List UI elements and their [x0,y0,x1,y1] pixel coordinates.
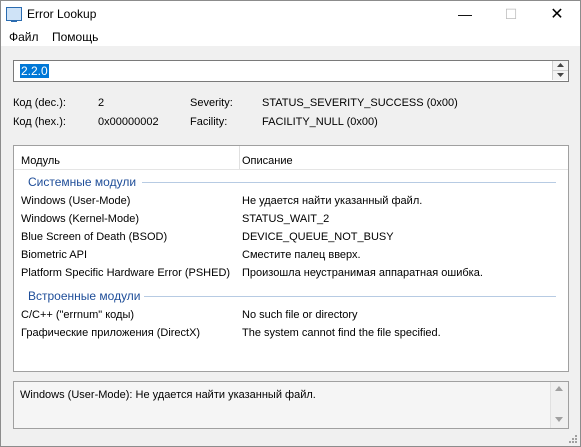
facility-label: Facility: [190,116,228,128]
column-header-module[interactable]: Модуль [21,155,60,167]
spin-down-icon [557,73,564,77]
row-description[interactable]: DEVICE_QUEUE_NOT_BUSY [242,231,394,243]
row-module[interactable]: Platform Specific Hardware Error (PSHED) [21,267,230,279]
dec-value: 2 [98,97,105,109]
spin-down-button[interactable] [552,71,568,80]
error-code-input[interactable]: 2.2.0 [13,60,569,82]
row-module[interactable]: C/C++ ("errnum" коды) [21,309,134,321]
title-bar[interactable]: Error Lookup — ☐ ✕ [1,1,580,28]
error-code-value[interactable]: 2.2.0 [20,64,49,78]
row-module[interactable]: Biometric API [21,249,87,261]
header-divider [14,169,568,170]
minimize-button[interactable]: — [442,1,488,28]
close-button[interactable]: ✕ [534,1,580,28]
scroll-down-icon[interactable] [555,417,563,422]
detail-box[interactable]: Windows (User-Mode): Не удается найти ук… [13,381,569,429]
facility-value: FACILITY_NULL (0x00) [262,116,378,128]
dec-label: Код (dec.): [13,97,66,109]
maximize-button[interactable]: ☐ [488,1,534,28]
spin-up-icon [557,63,564,67]
app-icon [6,7,22,22]
group-divider [142,182,556,183]
row-module[interactable]: Windows (User-Mode) [21,195,130,207]
group-label-builtin: Встроенные модули [28,289,141,303]
scroll-up-icon[interactable] [555,386,563,391]
hex-value: 0x00000002 [98,116,159,128]
resize-grip-icon[interactable] [567,433,577,443]
row-description[interactable]: Сместите палец вверх. [242,249,361,261]
row-description[interactable]: Произошла неустранимая аппаратная ошибка… [242,267,483,279]
results-list[interactable]: Модуль Описание Системные модули Windows… [13,145,569,372]
column-header-description[interactable]: Описание [242,155,293,167]
group-divider [144,296,556,297]
menu-file[interactable]: Файл [9,30,39,44]
group-label-system: Системные модули [28,175,137,189]
menu-help[interactable]: Помощь [52,30,98,44]
row-description[interactable]: The system cannot find the file specifie… [242,327,441,339]
spin-up-button[interactable] [552,61,568,71]
row-description[interactable]: No such file or directory [242,309,358,321]
detail-scrollbar[interactable] [550,382,568,428]
detail-text: Windows (User-Mode): Не удается найти ук… [20,389,316,401]
row-description[interactable]: Не удается найти указанный файл. [242,195,422,207]
row-module[interactable]: Blue Screen of Death (BSOD) [21,231,167,243]
row-description[interactable]: STATUS_WAIT_2 [242,213,329,225]
menu-bar: Файл Помощь [1,28,580,46]
window-title: Error Lookup [27,7,97,21]
severity-label: Severity: [190,97,233,109]
column-separator[interactable] [239,146,240,169]
severity-value: STATUS_SEVERITY_SUCCESS (0x00) [262,97,458,109]
hex-label: Код (hex.): [13,116,66,128]
row-module[interactable]: Графические приложения (DirectX) [21,327,200,339]
app-window: Error Lookup — ☐ ✕ Файл Помощь 2.2.0 Код… [0,0,581,447]
row-module[interactable]: Windows (Kernel-Mode) [21,213,139,225]
